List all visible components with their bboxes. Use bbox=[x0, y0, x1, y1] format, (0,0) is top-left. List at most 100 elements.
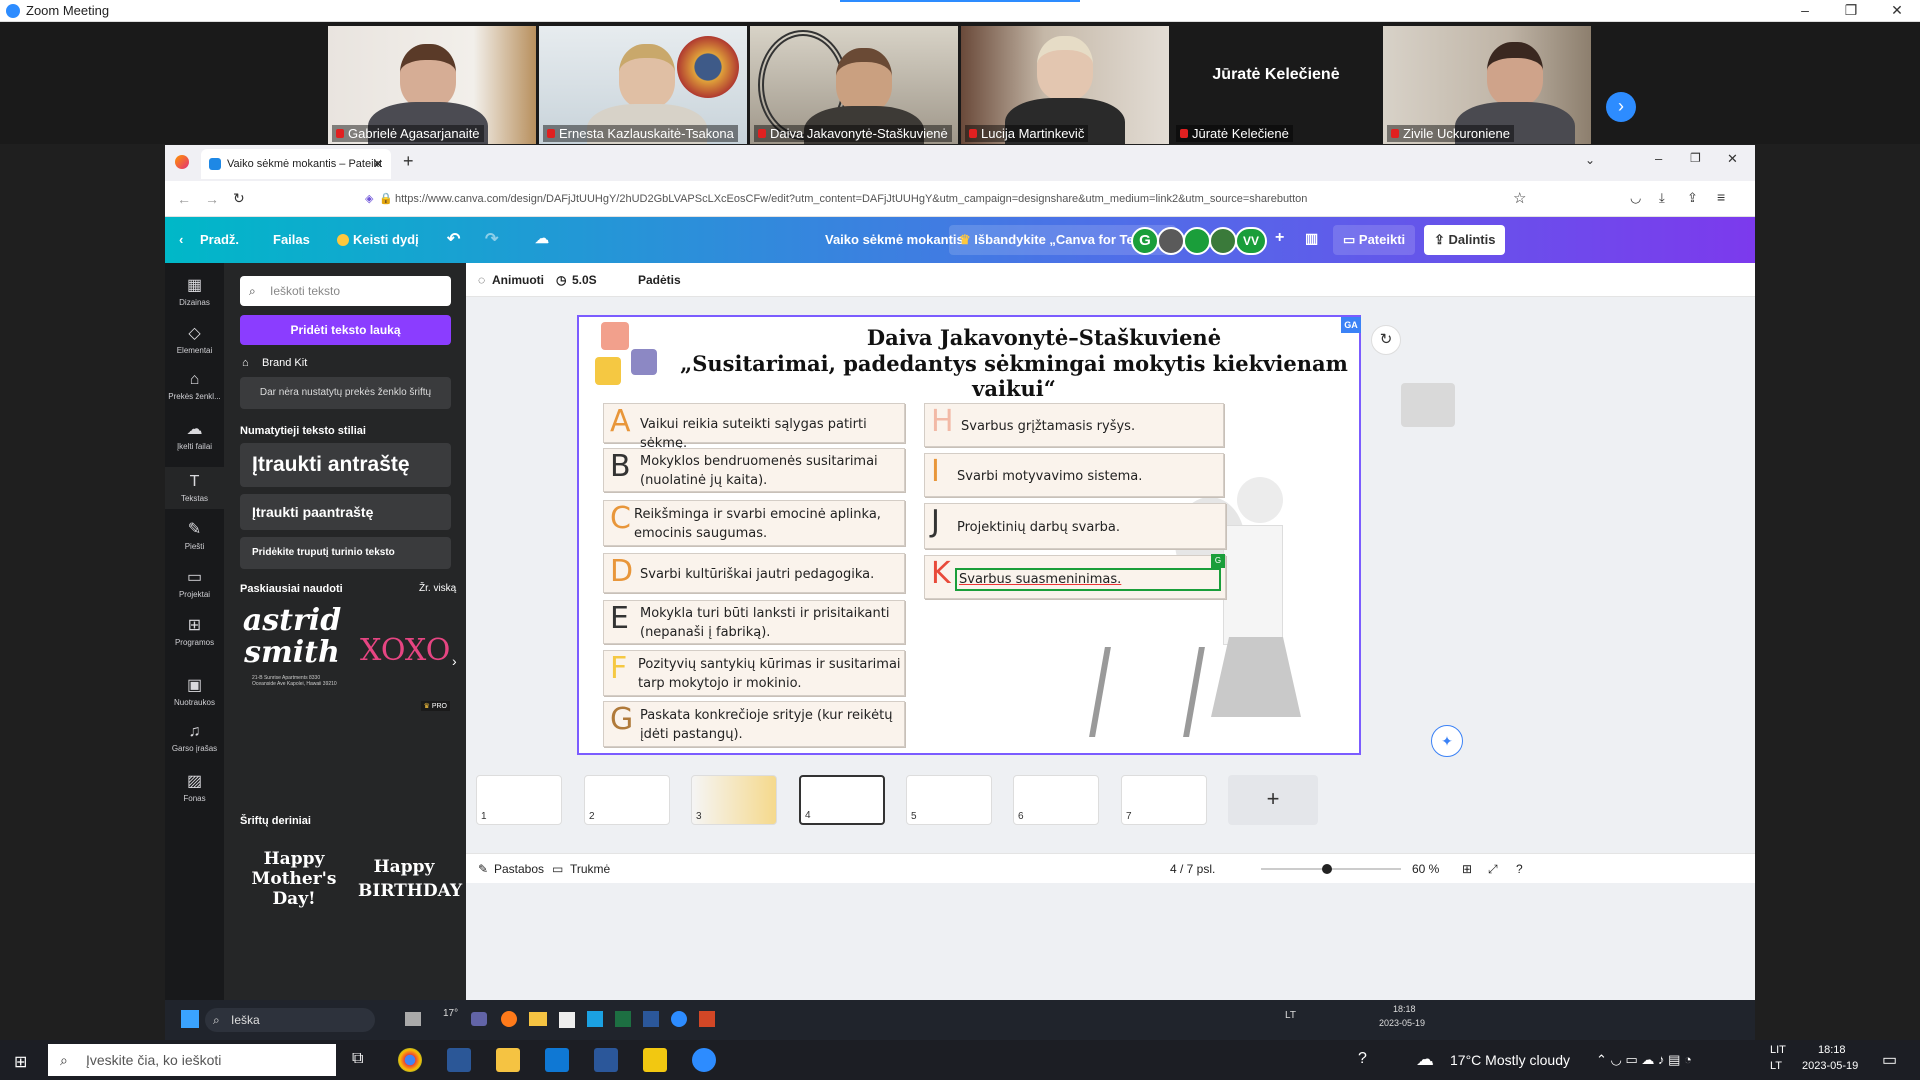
agreement-card[interactable]: K Svarbus suasmeninimas. G bbox=[924, 554, 1226, 599]
taskbar-search-input[interactable]: ⌕ Įveskite čia, ko ieškoti bbox=[48, 1044, 336, 1076]
avatar[interactable] bbox=[1183, 227, 1211, 255]
windows-start-icon[interactable]: ⊞ bbox=[14, 1052, 27, 1072]
browser-close-button[interactable]: ✕ bbox=[1727, 151, 1738, 167]
redo-icon[interactable]: ↷ bbox=[485, 229, 498, 249]
windows-start-icon[interactable] bbox=[181, 1010, 199, 1028]
agreement-card[interactable]: J Projektinių darbų svarba. bbox=[924, 503, 1226, 549]
bookmark-star-icon[interactable]: ☆ bbox=[1513, 189, 1526, 207]
participant-tile[interactable]: Jūratė Kelečienė Jūratė Kelečienė bbox=[1172, 26, 1380, 144]
zoom-icon[interactable] bbox=[671, 1011, 687, 1027]
present-button[interactable]: ▭ Pateikti bbox=[1333, 225, 1416, 255]
slide-author[interactable]: Daiva Jakavonytė–Staškuvienė bbox=[729, 325, 1359, 350]
browser-tab[interactable]: Vaiko sėkmė mokantis – Pateikt ✕ bbox=[201, 149, 391, 179]
mail-icon[interactable] bbox=[545, 1048, 569, 1072]
share-button[interactable]: ⇪ Dalintis bbox=[1424, 225, 1506, 255]
duration-toggle[interactable]: Trukmė bbox=[570, 862, 610, 876]
cloud-weather-icon[interactable]: ☁ bbox=[1416, 1049, 1434, 1070]
weather-text[interactable]: 17°C Mostly cloudy bbox=[1450, 1052, 1570, 1068]
undo-icon[interactable]: ↶ bbox=[447, 229, 460, 249]
participant-tile[interactable]: Daiva Jakavonytė-Staškuvienė bbox=[750, 26, 958, 144]
word-icon[interactable] bbox=[594, 1048, 618, 1072]
rail-item-draw[interactable]: ✎ Piešti bbox=[165, 519, 224, 551]
animate-button[interactable]: Animuoti bbox=[492, 273, 544, 287]
agreement-card[interactable]: B Mokyklos bendruomenės susitarimai (nuo… bbox=[603, 448, 905, 492]
agreement-card[interactable]: H Svarbus grįžtamasis ryšys. bbox=[924, 403, 1224, 447]
clock-time[interactable]: 18:18 bbox=[1818, 1044, 1846, 1056]
back-chevron-icon[interactable]: ‹ bbox=[179, 232, 183, 247]
powerpoint-icon[interactable] bbox=[699, 1011, 715, 1027]
participant-tile[interactable]: Lucija Martinkevič bbox=[961, 26, 1169, 144]
page-thumbnail[interactable]: 2 bbox=[584, 775, 670, 825]
duration-button[interactable]: 5.0S bbox=[572, 273, 597, 287]
task-view-icon[interactable]: ⧉ bbox=[352, 1050, 363, 1068]
gallery-next-button[interactable]: › bbox=[1606, 92, 1636, 122]
browser-maximize-button[interactable]: ❐ bbox=[1690, 151, 1701, 165]
store-icon[interactable] bbox=[559, 1012, 575, 1028]
minimize-button[interactable]: – bbox=[1782, 0, 1828, 22]
home-button[interactable]: Pradž. bbox=[200, 232, 239, 247]
rail-item-audio[interactable]: ♫ Garso įrašas bbox=[165, 723, 224, 753]
sticky-notes-icon[interactable] bbox=[643, 1048, 667, 1072]
list-tabs-icon[interactable]: ⌄ bbox=[1585, 153, 1595, 167]
slide[interactable]: Daiva Jakavonytė–Staškuvienė „Susitarima… bbox=[577, 315, 1455, 755]
pocket-icon[interactable]: ◡ bbox=[1630, 190, 1641, 206]
close-tab-icon[interactable]: ✕ bbox=[373, 149, 383, 179]
position-button[interactable]: Padėtis bbox=[638, 273, 681, 287]
cloud-saved-icon[interactable]: ☁ bbox=[535, 230, 549, 247]
add-page-button[interactable]: + bbox=[1228, 775, 1318, 825]
clock-icon[interactable]: ◷ bbox=[556, 273, 566, 287]
l-app-icon[interactable] bbox=[587, 1011, 603, 1027]
file-menu[interactable]: Failas bbox=[273, 232, 310, 247]
participant-tile[interactable]: Gabrielė Agasarjanaitė bbox=[328, 26, 536, 144]
reload-icon[interactable]: ↻ bbox=[233, 190, 245, 207]
agreement-card[interactable]: C Reikšminga ir svarbi emocinė aplinka, … bbox=[603, 500, 905, 546]
url-bar[interactable]: ◈ 🔒 https://www.canva.com/design/DAFjJtU… bbox=[355, 185, 1555, 213]
help-icon[interactable]: ? bbox=[1516, 862, 1523, 876]
add-collaborator-icon[interactable]: + bbox=[1275, 229, 1284, 247]
resize-button[interactable]: Keisti dydį bbox=[353, 232, 419, 247]
rail-item-design[interactable]: ▦ Dizainas bbox=[165, 275, 224, 307]
tray-icons[interactable]: ⌃ ◡ ▭ ☁ ♪ ▤ ◔ bbox=[1596, 1052, 1692, 1068]
avatar[interactable] bbox=[1157, 227, 1185, 255]
avatar[interactable]: VV bbox=[1235, 227, 1267, 255]
weather-temp[interactable]: 17° bbox=[443, 1008, 458, 1019]
participant-tile[interactable]: Zivile Uckuroniene bbox=[1383, 26, 1591, 144]
zoom-icon[interactable] bbox=[692, 1048, 716, 1072]
notifications-icon[interactable]: ▭ bbox=[1882, 1050, 1897, 1070]
back-icon[interactable]: ← bbox=[177, 191, 191, 207]
notes-button[interactable]: Pastabos bbox=[494, 862, 544, 876]
store-icon[interactable] bbox=[447, 1048, 471, 1072]
rail-item-elements[interactable]: ◇ Elementai bbox=[165, 323, 224, 355]
animate-icon[interactable]: ◌ bbox=[478, 273, 485, 287]
page-thumbnail[interactable]: 6 bbox=[1013, 775, 1099, 825]
magic-assist-icon[interactable]: ✦ bbox=[1431, 725, 1463, 757]
add-subheading-style[interactable]: Įtraukti paantraštę bbox=[240, 494, 451, 530]
page-thumbnail[interactable]: 5 bbox=[906, 775, 992, 825]
chrome-icon[interactable] bbox=[398, 1048, 422, 1072]
document-title[interactable]: Vaiko sėkmė mokantis bbox=[825, 232, 964, 247]
participant-tile[interactable]: Ernesta Kazlauskaitė-Tsakona bbox=[539, 26, 747, 144]
add-body-style[interactable]: Pridėkite truputį turinio teksto bbox=[240, 537, 451, 569]
lock-icon[interactable]: 🔒 bbox=[379, 185, 393, 213]
fullscreen-icon[interactable]: ⤢ bbox=[1488, 862, 1498, 877]
card-text-editing[interactable]: Svarbus suasmeninimas. bbox=[955, 568, 1221, 591]
notes-icon[interactable]: ✎ bbox=[478, 862, 488, 876]
scroll-right-icon[interactable]: › bbox=[452, 653, 457, 669]
menu-icon[interactable]: ≡ bbox=[1717, 189, 1725, 205]
slide-title[interactable]: „Susitarimai, padedantys sėkmingai mokyt… bbox=[669, 351, 1359, 401]
page-thumbnail[interactable]: 1 bbox=[476, 775, 562, 825]
recent-font-astrid[interactable]: astrid smith 21-B Sunrise Apartments 833… bbox=[240, 605, 344, 711]
zoom-slider-handle[interactable] bbox=[1322, 864, 1332, 874]
timer-icon[interactable]: ▭ bbox=[552, 862, 563, 876]
word-icon[interactable] bbox=[643, 1011, 659, 1027]
rail-item-brand[interactable]: ⌂ Prekės ženkl... bbox=[165, 371, 224, 401]
browser-minimize-button[interactable]: – bbox=[1655, 151, 1662, 166]
agreement-card[interactable]: A Vaikui reikia suteikti sąlygas patirti… bbox=[603, 403, 905, 451]
clock-date[interactable]: 2023-05-19 bbox=[1802, 1060, 1858, 1072]
combo-birthday[interactable]: Happy BIRTHDAY bbox=[358, 855, 462, 915]
firefox-icon[interactable] bbox=[175, 155, 189, 169]
close-button[interactable]: ✕ bbox=[1874, 0, 1920, 22]
agreement-card[interactable]: D Svarbi kultūriškai jautri pedagogika. bbox=[603, 553, 905, 593]
teams-icon[interactable] bbox=[471, 1012, 487, 1026]
avatar[interactable]: G bbox=[1131, 227, 1159, 255]
